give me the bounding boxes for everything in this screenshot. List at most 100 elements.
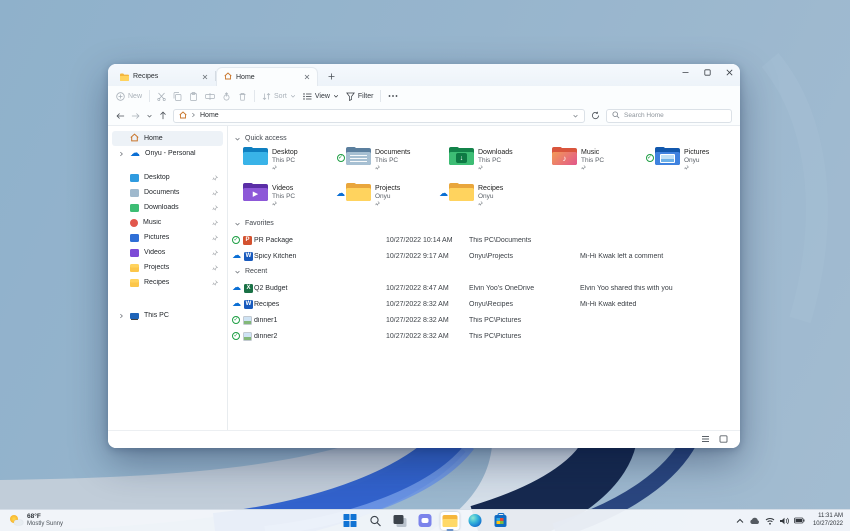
- sidebar-item-downloads[interactable]: Downloads: [112, 200, 223, 215]
- sidebar-item-recipes[interactable]: Recipes: [112, 275, 223, 290]
- details-view-icon[interactable]: [701, 435, 710, 445]
- sidebar-item-videos[interactable]: Videos: [112, 245, 223, 260]
- volume-icon[interactable]: [779, 517, 789, 525]
- back-icon[interactable]: [116, 112, 125, 120]
- file-row[interactable]: ✓ P PR Package 10/27/2022 10:14 AM This P…: [232, 232, 734, 248]
- wifi-icon[interactable]: [765, 517, 775, 525]
- file-explorer-button[interactable]: [440, 511, 460, 531]
- paste-icon[interactable]: [189, 91, 198, 101]
- file-name: PR Package: [254, 236, 293, 244]
- large-icons-view-icon[interactable]: [719, 434, 728, 445]
- delete-icon[interactable]: [238, 92, 247, 101]
- this-pc-icon: [130, 312, 139, 319]
- file-explorer-window: Recipes Home New Sort View Filter Home S…: [108, 64, 740, 448]
- section-header-recent[interactable]: Recent: [234, 268, 734, 275]
- quick-access-tile-music[interactable]: ♪ Music This PC: [541, 147, 644, 180]
- section-header-favorites[interactable]: Favorites: [234, 220, 734, 227]
- quick-access-tile-pictures[interactable]: ✓ Pictures Onyu: [644, 147, 740, 180]
- search-input[interactable]: [624, 112, 726, 119]
- file-row[interactable]: ✓ dinner2 10/27/2022 8:32 AM This PC\Pic…: [232, 328, 734, 344]
- start-button[interactable]: [341, 512, 360, 530]
- sidebar-item-this-pc[interactable]: This PC: [112, 308, 223, 323]
- store-button[interactable]: [491, 512, 510, 530]
- sidebar-item-pictures[interactable]: Pictures: [112, 230, 223, 245]
- taskbar: 68°F Mostly Sunny 11:31 AM 10/27/2022: [0, 509, 850, 531]
- file-name: Spicy Kitchen: [254, 252, 297, 260]
- pin-icon: [212, 279, 218, 286]
- address-row: Home: [108, 106, 740, 126]
- tab-home[interactable]: Home: [216, 67, 318, 86]
- home-icon: [179, 110, 187, 121]
- pin-icon: [272, 165, 298, 170]
- new-tab-button[interactable]: [324, 69, 338, 83]
- filter-button[interactable]: Filter: [345, 92, 373, 101]
- sort-label: Sort: [274, 92, 287, 100]
- sidebar-item-documents[interactable]: Documents: [112, 185, 223, 200]
- sidebar-label: Home: [144, 135, 163, 142]
- maximize-button[interactable]: [696, 64, 718, 81]
- quick-access-tile-downloads[interactable]: ↓ Downloads This PC: [438, 147, 541, 180]
- tray-overflow-chevron-icon[interactable]: [736, 518, 744, 524]
- close-tab-icon[interactable]: [200, 72, 210, 82]
- edge-button[interactable]: [466, 512, 485, 530]
- view-button[interactable]: View: [303, 92, 339, 101]
- search-box[interactable]: [606, 108, 732, 123]
- battery-icon[interactable]: [794, 517, 805, 524]
- clock[interactable]: 11:31 AM 10/27/2022: [813, 513, 843, 528]
- file-activity: Mi-Hi Kwak edited: [580, 300, 637, 308]
- file-activity: Mi-Hi Kwak left a comment: [580, 252, 664, 260]
- folder-icon: [449, 183, 474, 202]
- folder-icon: [346, 183, 371, 202]
- more-options-icon[interactable]: [388, 94, 398, 98]
- clock-date: 10/27/2022: [812, 520, 843, 527]
- sidebar-item-music[interactable]: Music: [112, 215, 223, 230]
- sidebar-item-onedrive[interactable]: ☁ Onyu - Personal: [112, 146, 223, 161]
- new-button[interactable]: New: [116, 91, 142, 101]
- forward-icon[interactable]: [131, 112, 140, 120]
- breadcrumb-root[interactable]: Home: [200, 112, 219, 119]
- up-icon[interactable]: [159, 111, 167, 120]
- cut-icon[interactable]: [157, 92, 166, 101]
- quick-access-tile-videos[interactable]: ▶ Videos This PC: [232, 183, 335, 216]
- section-title: Quick access: [245, 135, 287, 142]
- address-bar[interactable]: Home: [173, 108, 585, 123]
- quick-access-tile-recipes[interactable]: ☁ Recipes Onyu: [438, 183, 541, 216]
- file-date: 10/27/2022 8:32 AM: [386, 316, 449, 324]
- quick-access-tile-desktop[interactable]: Desktop This PC: [232, 147, 335, 180]
- minimize-button[interactable]: [674, 64, 696, 81]
- quick-access-tile-projects[interactable]: ☁ Projects Onyu: [335, 183, 438, 216]
- close-button[interactable]: [718, 64, 740, 81]
- chevron-down-icon: [235, 270, 240, 274]
- task-view-button[interactable]: [391, 512, 410, 530]
- quick-access-tile-documents[interactable]: ✓ Documents This PC: [335, 147, 438, 180]
- tab-recipes[interactable]: Recipes: [113, 67, 215, 86]
- chat-button[interactable]: [416, 512, 435, 530]
- close-tab-icon[interactable]: [302, 72, 312, 82]
- desktop-folder-icon: [130, 173, 139, 182]
- section-header-quick-access[interactable]: Quick access: [234, 135, 734, 142]
- cloud-status-icon: ☁: [439, 189, 448, 199]
- sidebar-item-home[interactable]: Home: [112, 131, 223, 146]
- folder-videos-icon: ▶: [243, 183, 268, 202]
- sort-button[interactable]: Sort: [262, 92, 296, 101]
- refresh-icon[interactable]: [591, 111, 600, 120]
- sidebar-item-desktop[interactable]: Desktop: [112, 170, 223, 185]
- file-row[interactable]: ☁ W Spicy Kitchen 10/27/2022 9:17 AM Onyu…: [232, 248, 734, 264]
- file-row[interactable]: ✓ dinner1 10/27/2022 8:32 AM This PC\Pic…: [232, 312, 734, 328]
- address-dropdown-chevron-icon[interactable]: [572, 113, 579, 119]
- weather-widget[interactable]: 68°F Mostly Sunny: [0, 513, 63, 527]
- chevron-right-icon[interactable]: [118, 151, 125, 157]
- sidebar-item-projects[interactable]: Projects: [112, 260, 223, 275]
- file-row[interactable]: ☁ W Recipes 10/27/2022 8:32 AM Onyu\Recip…: [232, 296, 734, 312]
- onedrive-tray-icon[interactable]: [749, 517, 760, 525]
- chevron-right-icon[interactable]: [118, 313, 125, 319]
- file-row[interactable]: ☁ X Q2 Budget 10/27/2022 8:47 AM Elvin Yo…: [232, 280, 734, 296]
- tile-name: Downloads: [478, 149, 513, 156]
- sidebar-label: Recipes: [144, 279, 170, 286]
- rename-icon[interactable]: [205, 92, 215, 101]
- copy-icon[interactable]: [173, 91, 182, 101]
- search-button[interactable]: [366, 512, 385, 530]
- share-icon[interactable]: [222, 91, 231, 101]
- downloads-folder-icon: [130, 203, 139, 212]
- recent-locations-chevron-icon[interactable]: [146, 113, 153, 119]
